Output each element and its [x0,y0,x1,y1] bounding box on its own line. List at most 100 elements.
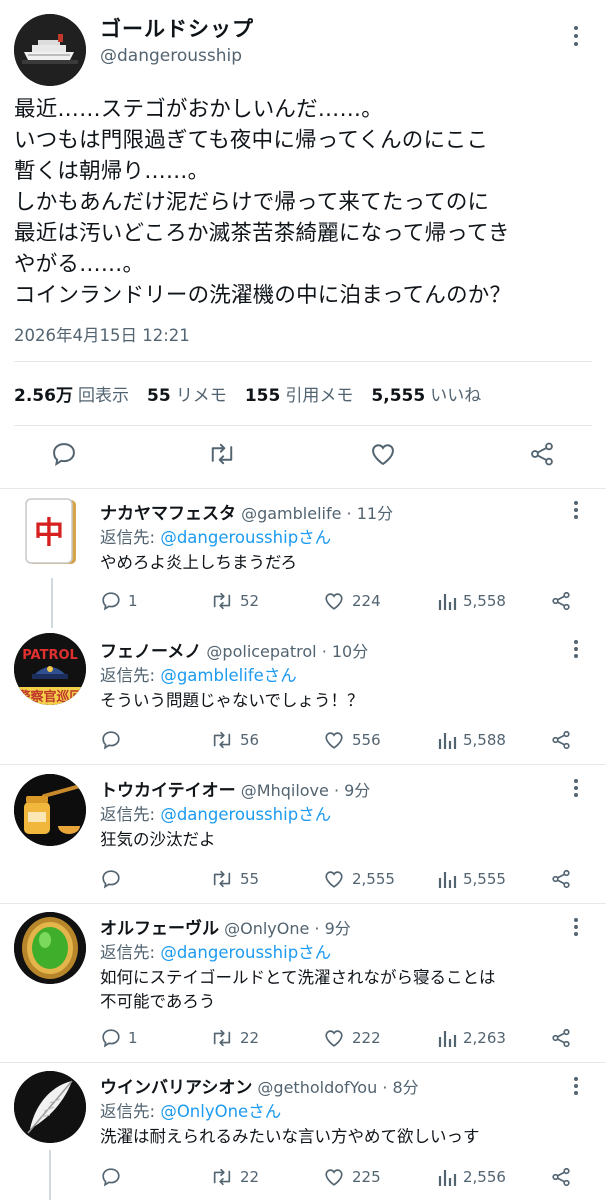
reply-button[interactable]: 1 [100,590,138,612]
retweet-count: 22 [240,1168,260,1186]
share-button[interactable] [528,440,556,468]
reply-author-handle[interactable]: @gamblelife [241,504,341,523]
avatar-nakayama-festa[interactable]: 中 [18,497,82,569]
retweets-stat[interactable]: 55 リメモ [147,381,227,406]
reply-button[interactable] [100,729,128,751]
reply-to-link[interactable]: @gamblelifeさん [160,666,297,685]
divider [0,764,606,765]
reply-author-name[interactable]: オルフェーヴル [100,919,219,939]
reply-icon [102,1168,120,1187]
reply-to-link[interactable]: @OnlyOneさん [160,1102,281,1121]
more-options-icon[interactable] [568,499,584,523]
like-button[interactable] [368,440,398,468]
reply-time[interactable]: · 10分 [322,642,369,661]
reply-author-name[interactable]: フェノーメノ [100,642,201,662]
avatar-win-variation[interactable] [14,1071,86,1143]
reply-author-handle[interactable]: @Mhqilove [241,781,329,800]
reply-button[interactable] [100,868,128,890]
reply-text: 洗濯は耐えられるみたいな言い方やめて欲しいっす [100,1127,480,1146]
reply-time[interactable]: · 9分 [334,781,370,800]
retweet-button[interactable] [207,440,237,468]
views-button[interactable]: 5,588 [437,729,506,751]
views-stat[interactable]: 2.56万 回表示 [14,381,129,406]
like-button[interactable]: 224 [322,590,381,612]
reply-button[interactable] [100,1166,128,1188]
quotes-stat[interactable]: 155 引用メモ [245,381,354,406]
retweet-button[interactable]: 56 [210,729,259,751]
tweet-timestamp[interactable]: 2026年4月15日 12:21 [14,322,190,346]
reply-to-link[interactable]: @dangerousshipさん [160,805,331,824]
retweet-icon [213,592,231,610]
reply-author-name[interactable]: ナカヤマフェスタ [100,504,236,524]
avatar-phenomeno[interactable]: PATROL 警察官巡回 [14,633,86,705]
like-button[interactable]: 222 [322,1027,381,1049]
reply-author-handle[interactable]: @policepatrol [206,642,316,661]
author-name[interactable]: ゴールドシップ [100,13,254,43]
reply-author-name[interactable]: トウカイテイオー [100,781,236,801]
heart-icon [325,871,343,888]
like-button[interactable]: 556 [322,729,381,751]
more-options-icon[interactable] [568,777,584,801]
views-count: 5,558 [463,592,506,610]
reply-to-link[interactable]: @dangerousshipさん [160,943,331,962]
thread-line [49,1150,51,1200]
avatar-orfevre[interactable] [14,912,86,984]
reply-to: 返信先: @dangerousshipさん [100,805,332,824]
reply-author-handle[interactable]: @OnlyOne [224,919,309,938]
heart-icon [372,444,394,466]
heart-icon [325,1030,343,1047]
reply-to-link[interactable]: @dangerousshipさん [160,528,331,547]
reply-button[interactable] [50,440,78,468]
reply-time[interactable]: · 8分 [382,1078,418,1097]
views-count: 2,263 [463,1029,506,1047]
share-icon [552,1028,570,1048]
heart-icon [325,593,343,610]
like-count: 224 [352,592,381,610]
retweet-icon [213,1029,231,1047]
views-button[interactable]: 2,263 [437,1027,506,1049]
reply-text: 狂気の沙汰だよ [100,830,216,849]
share-button[interactable] [550,1027,578,1049]
views-button[interactable]: 2,556 [437,1166,506,1188]
reply-author-handle[interactable]: @getholdofYou [257,1078,377,1097]
like-button[interactable]: 2,555 [322,868,395,890]
share-button[interactable] [550,590,578,612]
share-button[interactable] [550,729,578,751]
reply-button[interactable]: 1 [100,1027,138,1049]
reply-icon [102,1029,120,1048]
more-options-icon[interactable] [568,638,584,662]
more-options-icon[interactable] [568,1075,584,1099]
share-icon [552,730,570,750]
like-button[interactable]: 225 [322,1166,381,1188]
retweet-icon [211,443,233,465]
reply-header: フェノーメノ @policepatrol · 10分 [100,637,368,662]
views-count: 5,588 [463,731,506,749]
reply-to: 返信先: @dangerousshipさん [100,528,332,547]
retweet-button[interactable]: 22 [210,1027,259,1049]
likes-stat[interactable]: 5,555 いいね [371,381,481,406]
retweet-button[interactable]: 22 [210,1166,259,1188]
retweet-count: 55 [240,870,260,888]
heart-icon [325,1169,343,1186]
tweet-text: 最近……ステゴがおかしいんだ……。 いつもは門限過ぎても夜中に帰ってくんのにここ… [14,97,512,308]
reply-author-name[interactable]: ウインバリアシオン [100,1078,252,1098]
share-button[interactable] [550,1166,578,1188]
reply-header: トウカイテイオー @Mhqilove · 9分 [100,776,370,801]
reply-count: 1 [128,1029,138,1047]
views-button[interactable]: 5,558 [437,590,506,612]
reply-time[interactable]: · 11分 [347,504,394,523]
reply-text: やめろよ炎上しちまうだろ [100,553,298,572]
retweet-button[interactable]: 55 [210,868,259,890]
reply-time[interactable]: · 9分 [314,919,350,938]
heart-icon [325,732,343,749]
author-handle[interactable]: @dangerousship [100,46,242,66]
avatar-tokai-teio[interactable] [14,774,86,846]
avatar-gold-ship[interactable] [14,14,86,86]
mahjong-tile-icon: 中 [25,498,76,564]
mahjong-tile-text: 中 [34,516,64,551]
more-options-icon[interactable] [568,24,584,48]
retweet-button[interactable]: 52 [210,590,259,612]
share-button[interactable] [550,868,578,890]
more-options-icon[interactable] [568,916,584,940]
views-button[interactable]: 5,555 [437,868,506,890]
